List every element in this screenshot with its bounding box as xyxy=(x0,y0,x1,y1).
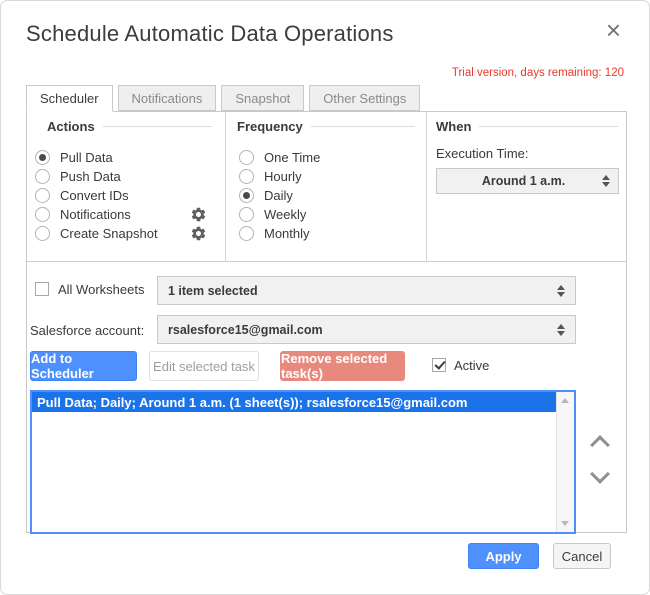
tab-scheduler[interactable]: Scheduler xyxy=(26,85,113,112)
radio-push-data[interactable]: Push Data xyxy=(35,167,207,186)
execution-time-select[interactable]: Around 1 a.m. xyxy=(436,168,619,194)
radio-icon[interactable] xyxy=(35,226,50,241)
radio-icon[interactable] xyxy=(239,150,254,165)
add-to-scheduler-button[interactable]: Add to Scheduler xyxy=(30,351,137,381)
radio-icon[interactable] xyxy=(35,188,50,203)
active-label: Active xyxy=(454,358,489,373)
salesforce-account-select[interactable]: rsalesforce15@gmail.com xyxy=(157,315,576,344)
legend-rule xyxy=(479,126,618,127)
radio-notifications[interactable]: Notifications xyxy=(35,205,207,224)
radio-icon[interactable] xyxy=(239,226,254,241)
frequency-legend: Frequency xyxy=(237,119,415,134)
listbox-scrollbar[interactable] xyxy=(556,392,574,532)
trial-notice: Trial version, days remaining: 120 xyxy=(452,67,624,79)
column-divider xyxy=(225,112,226,262)
schedule-dialog: Schedule Automatic Data Operations × Tri… xyxy=(0,0,650,595)
actions-radio-group: Pull Data Push Data Convert IDs Notifica… xyxy=(35,148,207,243)
frequency-radio-group: One Time Hourly Daily Weekly Monthly xyxy=(239,148,409,243)
execution-time-label: Execution Time: xyxy=(436,146,529,161)
remove-selected-tasks-button[interactable]: Remove selected task(s) xyxy=(280,351,405,381)
radio-pull-data[interactable]: Pull Data xyxy=(35,148,207,167)
radio-convert-ids[interactable]: Convert IDs xyxy=(35,186,207,205)
actions-legend: Actions xyxy=(47,119,212,134)
cancel-button[interactable]: Cancel xyxy=(553,543,611,569)
legend-rule xyxy=(103,126,212,127)
radio-icon[interactable] xyxy=(35,150,50,165)
spinner-icon xyxy=(557,324,565,336)
radio-monthly[interactable]: Monthly xyxy=(239,224,409,243)
scroll-down-icon[interactable] xyxy=(561,521,569,526)
legend-rule xyxy=(311,126,415,127)
radio-icon[interactable] xyxy=(35,207,50,222)
radio-one-time[interactable]: One Time xyxy=(239,148,409,167)
all-worksheets-label: All Worksheets xyxy=(58,282,144,297)
tab-snapshot[interactable]: Snapshot xyxy=(221,85,304,111)
salesforce-account-label: Salesforce account: xyxy=(30,323,144,338)
gear-icon[interactable] xyxy=(190,225,207,242)
task-list-item[interactable]: Pull Data; Daily; Around 1 a.m. (1 sheet… xyxy=(32,392,557,412)
radio-hourly[interactable]: Hourly xyxy=(239,167,409,186)
radio-create-snapshot[interactable]: Create Snapshot xyxy=(35,224,207,243)
scroll-up-icon[interactable] xyxy=(561,398,569,403)
active-checkbox[interactable] xyxy=(432,358,446,372)
spinner-icon xyxy=(557,285,565,297)
page-title: Schedule Automatic Data Operations xyxy=(26,21,394,47)
edit-selected-task-button[interactable]: Edit selected task xyxy=(149,351,259,381)
tab-notifications[interactable]: Notifications xyxy=(118,85,217,111)
radio-icon[interactable] xyxy=(239,169,254,184)
radio-weekly[interactable]: Weekly xyxy=(239,205,409,224)
options-row: Actions Frequency When Pull Data Push Da… xyxy=(27,112,626,262)
tab-bar: Scheduler Notifications Snapshot Other S… xyxy=(26,85,420,112)
scheduler-panel: Actions Frequency When Pull Data Push Da… xyxy=(26,111,627,533)
all-worksheets-checkbox[interactable] xyxy=(35,282,49,296)
radio-icon[interactable] xyxy=(35,169,50,184)
radio-icon[interactable] xyxy=(239,207,254,222)
radio-daily[interactable]: Daily xyxy=(239,186,409,205)
task-listbox[interactable]: Pull Data; Daily; Around 1 a.m. (1 sheet… xyxy=(30,390,576,534)
apply-button[interactable]: Apply xyxy=(468,543,539,569)
spinner-icon xyxy=(602,175,610,187)
when-legend: When xyxy=(436,119,618,134)
radio-icon[interactable] xyxy=(239,188,254,203)
column-divider xyxy=(426,112,427,262)
tab-other-settings[interactable]: Other Settings xyxy=(309,85,420,111)
gear-icon[interactable] xyxy=(190,206,207,223)
worksheets-select[interactable]: 1 item selected xyxy=(157,276,576,305)
close-icon[interactable]: × xyxy=(606,17,621,43)
